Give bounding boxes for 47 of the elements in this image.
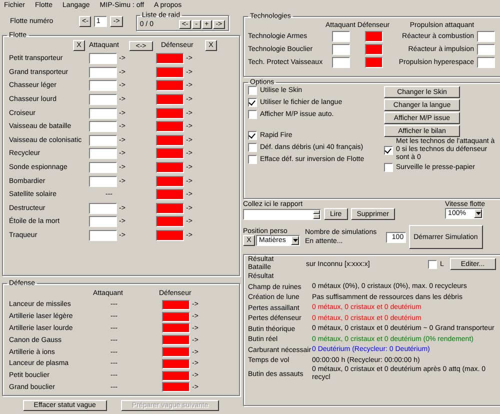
drive-field[interactable] [477, 57, 495, 68]
attacker-field[interactable] [332, 44, 350, 55]
attacker-field[interactable] [89, 108, 117, 119]
attacker-field[interactable] [89, 202, 117, 214]
defender-field[interactable] [162, 323, 190, 334]
attacker-field[interactable] [332, 31, 350, 42]
defender-field[interactable] [162, 358, 190, 369]
defender-field[interactable] [156, 66, 184, 78]
defender-field[interactable] [156, 202, 184, 214]
report-field[interactable] [243, 208, 321, 220]
defender-field[interactable] [156, 134, 184, 146]
attacker-field[interactable] [89, 66, 117, 78]
defender-field[interactable] [156, 53, 184, 64]
defender-field[interactable] [162, 300, 190, 310]
defender-field[interactable] [156, 176, 184, 187]
defender-field[interactable] [156, 94, 184, 106]
drive-field[interactable] [477, 31, 495, 42]
attacker-field[interactable] [89, 216, 117, 228]
defender-field[interactable] [156, 230, 184, 242]
defender-field[interactable] [364, 44, 382, 55]
attacker-field[interactable] [89, 176, 117, 187]
attacker-field[interactable] [89, 121, 117, 132]
attacker-field[interactable] [89, 134, 117, 146]
attacker-field[interactable] [89, 230, 117, 242]
attacker-field[interactable] [89, 53, 117, 64]
defender-field[interactable] [364, 57, 382, 68]
defender-field[interactable] [156, 121, 184, 132]
defender-field[interactable] [162, 312, 190, 322]
attacker-field[interactable] [89, 148, 117, 160]
defender-field[interactable] [162, 335, 190, 346]
dropdown-icon [476, 212, 481, 215]
attacker-field[interactable] [89, 80, 117, 92]
defender-field[interactable] [162, 370, 190, 381]
dropdown-icon [292, 239, 298, 242]
defender-field[interactable] [156, 162, 184, 174]
defender-field[interactable] [156, 216, 184, 228]
attacker-field[interactable] [89, 162, 117, 174]
attacker-field[interactable] [332, 57, 350, 68]
defender-field[interactable] [156, 189, 184, 200]
defender-field[interactable] [364, 31, 382, 42]
defender-field[interactable] [162, 382, 190, 392]
attacker-field[interactable] [89, 94, 117, 106]
defender-field[interactable] [156, 108, 184, 119]
defender-field[interactable] [162, 347, 190, 358]
drive-field[interactable] [477, 44, 495, 55]
defender-field[interactable] [156, 148, 184, 160]
defender-field[interactable] [156, 80, 184, 92]
